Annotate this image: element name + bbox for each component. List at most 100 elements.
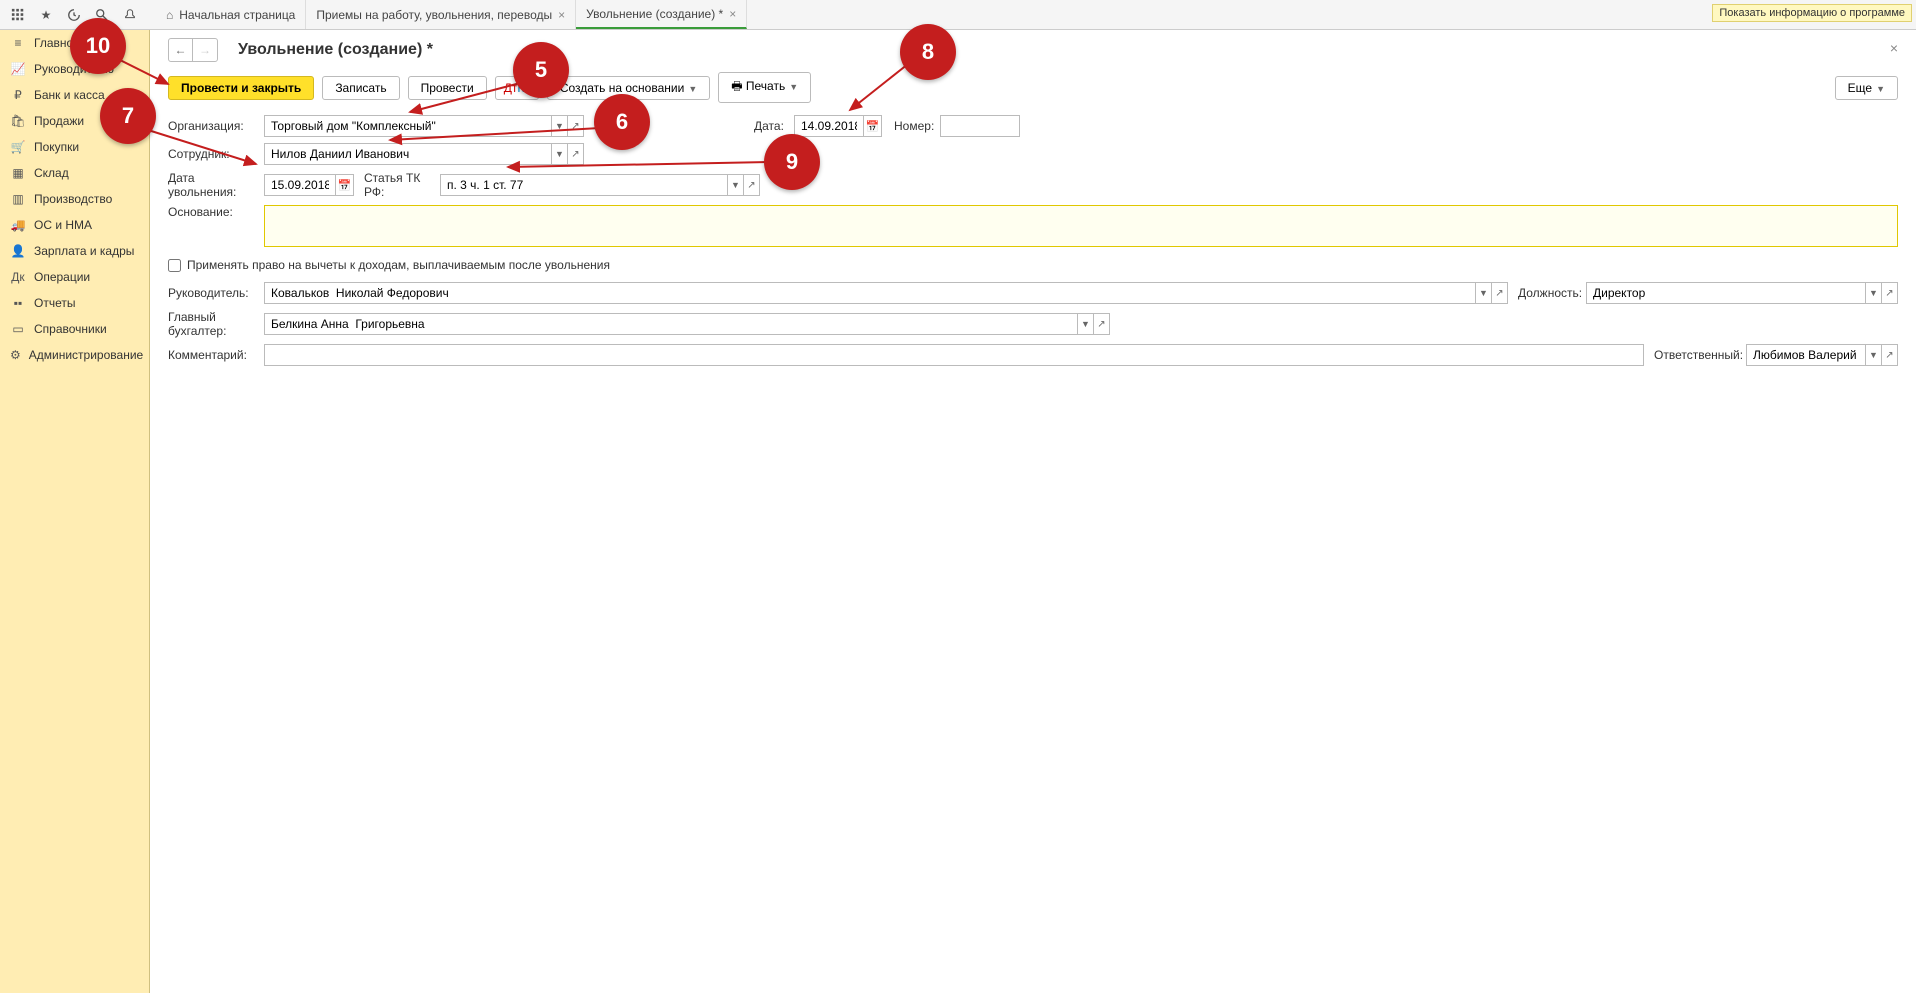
chevron-down-icon: ▼	[789, 82, 798, 92]
star-icon[interactable]: ★	[36, 5, 56, 25]
sidebar-item-operations[interactable]: Дк Операции	[0, 264, 149, 290]
row-reason: Основание:	[168, 205, 1898, 250]
post-and-close-button[interactable]: Провести и закрыть	[168, 76, 314, 100]
sidebar-item-label: Продажи	[34, 114, 84, 128]
manager-input[interactable]	[264, 282, 1476, 304]
sidebar-item-label: Администрирование	[29, 348, 143, 362]
tab-dismissal[interactable]: Увольнение (создание) * ×	[576, 0, 747, 29]
row-fire-date: Дата увольнения: 📅 Статья ТК РФ: ▼ ↗	[168, 171, 1898, 199]
open-reference-icon[interactable]: ↗	[1882, 344, 1898, 366]
open-reference-icon[interactable]: ↗	[1492, 282, 1508, 304]
open-reference-icon[interactable]: ↗	[1882, 282, 1898, 304]
sidebar-item-label: Операции	[34, 270, 90, 284]
tabs: ⌂ Начальная страница Приемы на работу, у…	[156, 0, 747, 29]
dropdown-icon[interactable]: ▼	[1476, 282, 1492, 304]
open-reference-icon[interactable]: ↗	[744, 174, 760, 196]
print-button[interactable]: 🖶 Печать▼	[718, 72, 811, 103]
sidebar-item-warehouse[interactable]: ▦ Склад	[0, 160, 149, 186]
chief-acc-input[interactable]	[264, 313, 1078, 335]
sidebar-item-label: Зарплата и кадры	[34, 244, 134, 258]
apps-icon[interactable]	[8, 5, 28, 25]
sidebar-item-label: Склад	[34, 166, 69, 180]
write-button[interactable]: Записать	[322, 76, 399, 100]
close-form-button[interactable]: ×	[1890, 40, 1898, 56]
dropdown-icon[interactable]: ▼	[552, 115, 568, 137]
close-icon[interactable]: ×	[558, 8, 565, 22]
sidebar-item-admin[interactable]: ⚙ Администрирование	[0, 342, 149, 368]
sidebar-item-reference[interactable]: ▭Справочники	[0, 316, 149, 342]
book-icon: ▭	[10, 322, 26, 336]
ops-icon: Дк	[10, 270, 26, 284]
dropdown-icon[interactable]: ▼	[728, 174, 744, 196]
reason-textarea[interactable]	[264, 205, 1898, 247]
number-label: Номер:	[894, 119, 940, 133]
history-icon[interactable]	[64, 5, 84, 25]
dropdown-icon[interactable]: ▼	[1866, 282, 1882, 304]
nav-row: ← → Увольнение (создание) *	[168, 38, 1898, 62]
callout-9: 9	[764, 134, 820, 190]
trend-icon: 📈	[10, 62, 26, 76]
callout-8: 8	[900, 24, 956, 80]
article-input[interactable]	[440, 174, 728, 196]
calendar-icon[interactable]: 📅	[864, 115, 882, 137]
row-employee: Сотрудник: ▼ ↗	[168, 143, 1898, 165]
tab-home[interactable]: ⌂ Начальная страница	[156, 0, 306, 29]
employee-input[interactable]	[264, 143, 552, 165]
responsible-input[interactable]	[1746, 344, 1866, 366]
sidebar: ≡Главное 📈Руководителю ₽Банк и касса 🛍Пр…	[0, 30, 150, 993]
more-button[interactable]: Еще▼	[1835, 76, 1898, 100]
position-input[interactable]	[1586, 282, 1866, 304]
organization-input[interactable]	[264, 115, 552, 137]
dropdown-icon[interactable]: ▼	[1866, 344, 1882, 366]
callout-5: 5	[513, 42, 569, 98]
tab-hr[interactable]: Приемы на работу, увольнения, переводы ×	[306, 0, 576, 29]
close-icon[interactable]: ×	[729, 7, 736, 21]
show-program-info-button[interactable]: Показать информацию о программе	[1712, 4, 1912, 22]
reason-label: Основание:	[168, 205, 264, 219]
sidebar-item-salary[interactable]: 👤 Зарплата и кадры	[0, 238, 149, 264]
row-chief-acc: Главный бухгалтер: ▼ ↗	[168, 310, 1898, 338]
calendar-icon[interactable]: 📅	[336, 174, 354, 196]
tab-label: Увольнение (создание) *	[586, 7, 723, 21]
row-comment: Комментарий: Ответственный: ▼ ↗	[168, 344, 1898, 366]
sidebar-item-label: Покупки	[34, 140, 79, 154]
print-icon: 🖶	[731, 79, 746, 93]
more-label: Еще	[1848, 81, 1872, 95]
nav-buttons: ← →	[168, 38, 218, 62]
post-button[interactable]: Провести	[408, 76, 487, 100]
open-reference-icon[interactable]: ↗	[568, 143, 584, 165]
sidebar-item-label: Производство	[34, 192, 112, 206]
responsible-label: Ответственный:	[1654, 348, 1746, 362]
sidebar-item-production[interactable]: ▥Производство	[0, 186, 149, 212]
back-button[interactable]: ←	[169, 39, 193, 61]
dropdown-icon[interactable]: ▼	[552, 143, 568, 165]
dropdown-icon[interactable]: ▼	[1078, 313, 1094, 335]
gear-icon: ⚙	[10, 348, 21, 362]
date-input[interactable]	[794, 115, 864, 137]
organization-label: Организация:	[168, 119, 264, 133]
deduction-checkbox-row: Применять право на вычеты к доходам, вып…	[168, 258, 1898, 272]
tab-label: Приемы на работу, увольнения, переводы	[316, 8, 552, 22]
menu-icon: ≡	[10, 36, 26, 50]
number-input[interactable]	[940, 115, 1020, 137]
forward-button[interactable]: →	[193, 39, 217, 61]
page-title: Увольнение (создание) *	[238, 41, 433, 59]
comment-input[interactable]	[264, 344, 1644, 366]
sidebar-item-assets[interactable]: 🚚ОС и НМА	[0, 212, 149, 238]
sidebar-item-reports[interactable]: ▪▪ Отчеты	[0, 290, 149, 316]
bell-icon[interactable]	[120, 5, 140, 25]
sidebar-item-label: Отчеты	[34, 296, 75, 310]
open-reference-icon[interactable]: ↗	[568, 115, 584, 137]
deduction-checkbox[interactable]	[168, 259, 181, 272]
fire-date-label: Дата увольнения:	[168, 171, 264, 199]
bars-icon: ▪▪	[10, 296, 26, 310]
chevron-down-icon: ▼	[688, 84, 697, 94]
boxes-icon: ▦	[10, 166, 26, 180]
basket-icon: 🛍	[10, 114, 26, 128]
fire-date-input[interactable]	[264, 174, 336, 196]
person-icon: 👤	[10, 244, 26, 258]
position-label: Должность:	[1518, 286, 1586, 300]
sidebar-item-label: ОС и НМА	[34, 218, 92, 232]
row-organization: Организация: ▼ ↗ Дата: 📅 Номер:	[168, 115, 1898, 137]
open-reference-icon[interactable]: ↗	[1094, 313, 1110, 335]
